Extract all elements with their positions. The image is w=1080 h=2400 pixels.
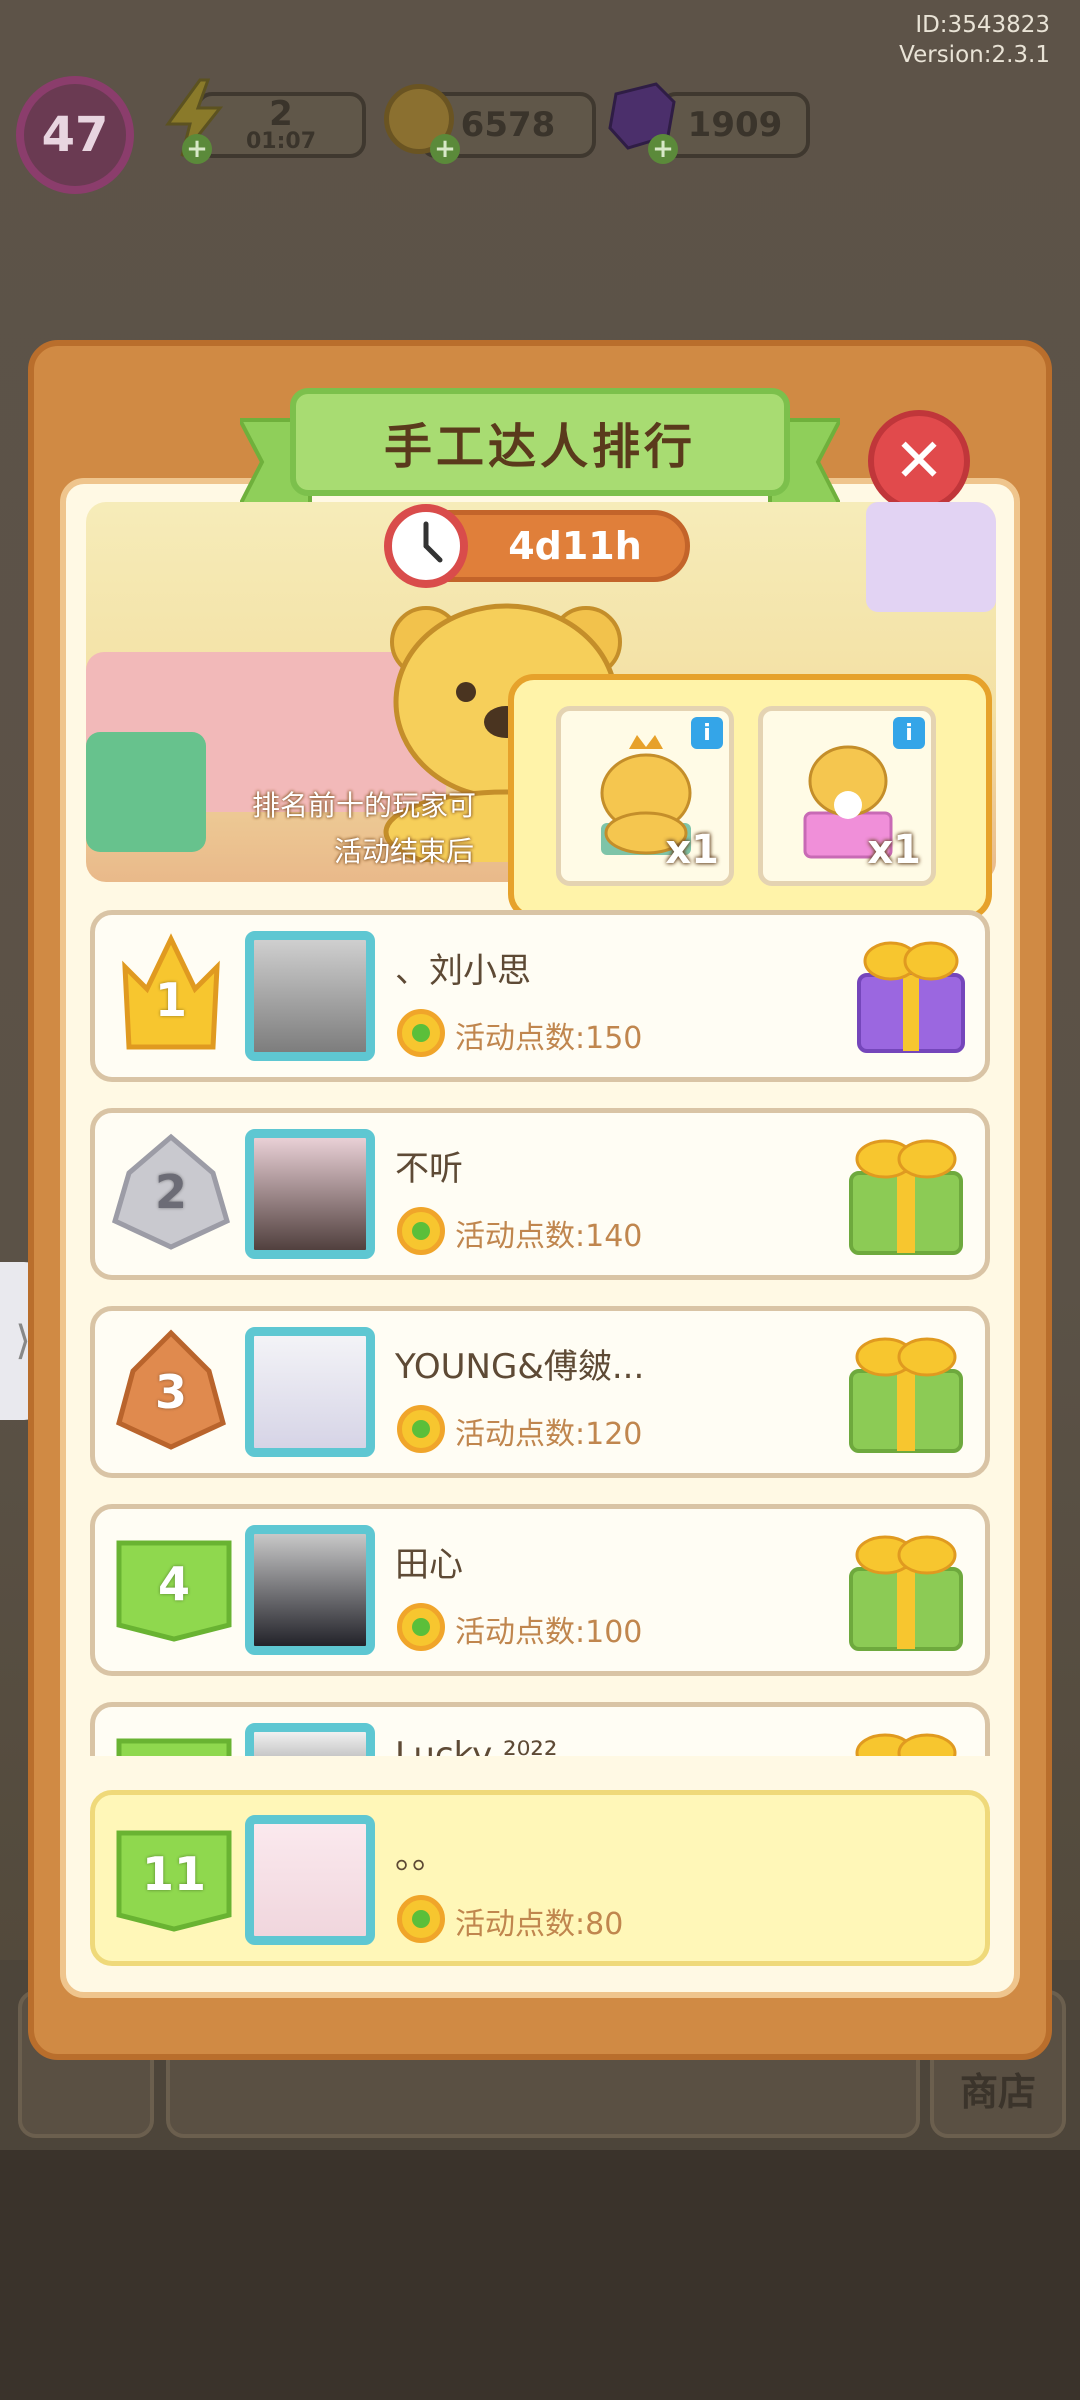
green-flag-badge: 4 [115, 1535, 233, 1643]
timer-text: 4d11h [508, 524, 642, 568]
energy-count: 2 [269, 94, 293, 134]
player-id: ID:3543823 [915, 12, 1050, 38]
my-ranking-row[interactable]: 11 。。 活动点数:80 [90, 1790, 990, 1966]
green-gift-icon[interactable] [843, 1127, 969, 1259]
green-gift-icon[interactable] [843, 1721, 969, 1756]
version-label: Version:2.3.1 [899, 42, 1050, 68]
ranking-row-4[interactable]: 4 田心 活动点数:100 [90, 1504, 990, 1676]
info-icon[interactable]: i [691, 717, 723, 749]
green-gift-icon[interactable] [843, 1523, 969, 1655]
close-icon: ✕ [893, 426, 945, 496]
shop-label: 商店 [959, 2070, 1036, 2114]
sewing-machine [86, 732, 206, 852]
bronze-crown-badge: 3 [113, 1327, 229, 1453]
green-gift-icon[interactable] [843, 1325, 969, 1457]
avatar[interactable] [245, 1525, 375, 1655]
activity-points: 活动点数:150 [455, 1021, 643, 1056]
green-flag-badge: 11 [115, 1825, 233, 1933]
ranking-row-2[interactable]: 2 不听 活动点数:140 [90, 1108, 990, 1280]
activity-flower-icon [397, 1603, 445, 1651]
dialog-title: 手工达人排行 [383, 419, 696, 475]
activity-points: 活动点数:80 [455, 1907, 624, 1942]
rank-number: 11 [141, 1847, 206, 1901]
banner-text-line1: 排名前十的玩家可 [252, 789, 477, 822]
avatar[interactable] [245, 1815, 375, 1945]
reward-qty: x1 [665, 827, 719, 873]
level-number: 47 [41, 107, 109, 163]
reward-card-crown-bear[interactable]: i x1 [556, 706, 734, 886]
player-name: 、刘小思 [395, 951, 531, 991]
ranking-row-3[interactable]: 3 YOUNG&傅皴... 活动点数:120 [90, 1306, 990, 1478]
activity-flower-icon [397, 1895, 445, 1943]
avatar[interactable] [245, 931, 375, 1061]
coin-plus-icon[interactable]: + [430, 134, 460, 164]
activity-points: 活动点数:140 [455, 1219, 643, 1254]
avatar[interactable] [245, 1327, 375, 1457]
banner-window [866, 502, 996, 612]
level-badge[interactable]: 47 [16, 76, 134, 194]
player-name: Lucky ²⁰²² [395, 1735, 558, 1756]
gem-plus-icon[interactable]: + [648, 134, 678, 164]
close-button[interactable]: ✕ [868, 410, 970, 512]
banner-text-line2: 活动结束后 [334, 835, 475, 868]
avatar[interactable] [245, 1723, 375, 1756]
coin-count: 6578 [460, 105, 556, 145]
green-flag-badge [115, 1733, 233, 1756]
rank-number: 2 [154, 1165, 187, 1219]
energy-timer: 01:07 [245, 129, 317, 154]
gem-counter[interactable]: 1909 [660, 92, 810, 158]
gem-count: 1909 [687, 105, 783, 145]
clock-icon [384, 504, 468, 588]
ranking-row-5[interactable]: Lucky ²⁰²² [90, 1702, 990, 1756]
rank-number: 4 [157, 1557, 190, 1611]
silver-crown-badge: 2 [111, 1129, 231, 1255]
activity-points: 活动点数:120 [455, 1417, 643, 1452]
info-icon[interactable]: i [893, 717, 925, 749]
player-name: 田心 [395, 1545, 463, 1585]
reward-card-gift-bear[interactable]: i x1 [758, 706, 936, 886]
player-name: 不听 [395, 1149, 463, 1189]
player-name: 。。 [395, 1837, 446, 1877]
energy-plus-icon[interactable]: + [182, 134, 212, 164]
purple-gift-icon[interactable] [851, 927, 971, 1057]
ranking-list[interactable]: 1 、刘小思 活动点数:150 2 不听 活动点数:140 3 YOUNG&傅皴… [86, 902, 996, 1756]
activity-flower-icon [397, 1207, 445, 1255]
activity-points: 活动点数:100 [455, 1615, 643, 1650]
rank-number: 1 [154, 973, 187, 1027]
ranking-row-1[interactable]: 1 、刘小思 活动点数:150 [90, 910, 990, 1082]
activity-flower-icon [397, 1009, 445, 1057]
reward-qty: x1 [867, 827, 921, 873]
rank-number: 3 [154, 1365, 187, 1419]
activity-flower-icon [397, 1405, 445, 1453]
player-name: YOUNG&傅皴... [395, 1347, 645, 1387]
avatar[interactable] [245, 1129, 375, 1259]
gold-crown-badge: 1 [117, 931, 225, 1057]
